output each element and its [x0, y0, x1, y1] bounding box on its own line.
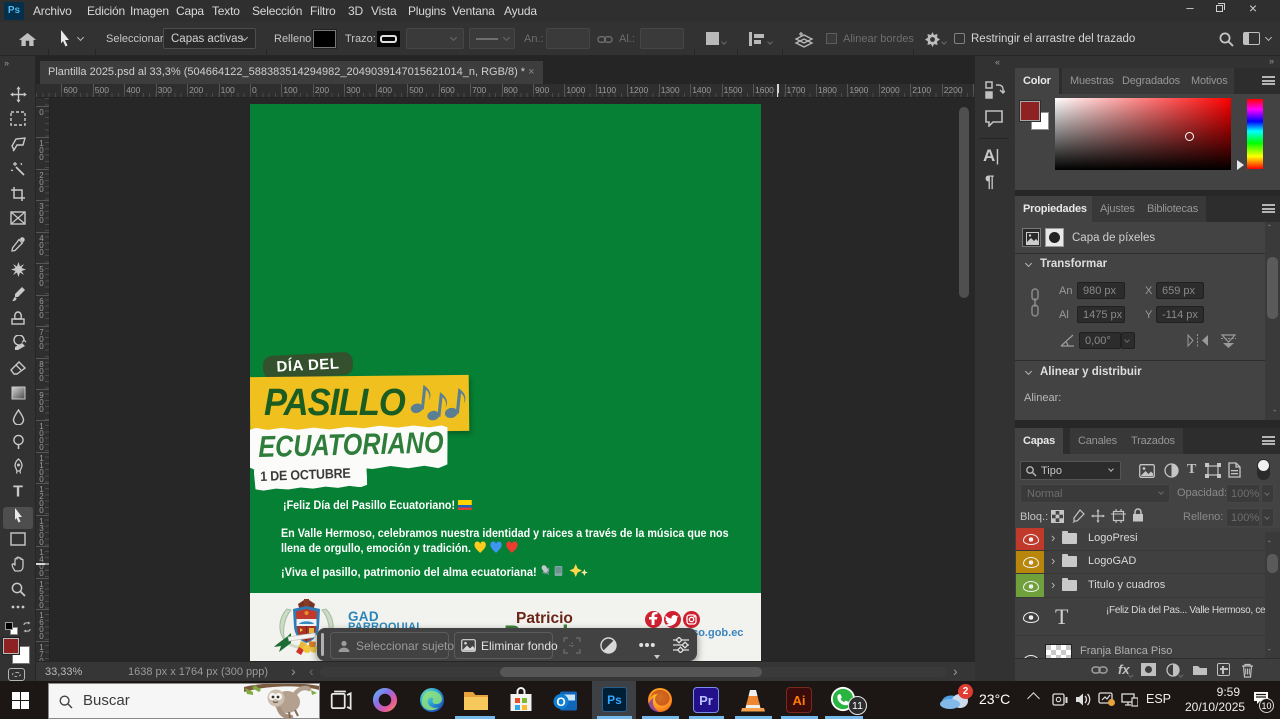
svg-text:T: T [13, 484, 23, 500]
svg-text:O: O [556, 695, 565, 709]
